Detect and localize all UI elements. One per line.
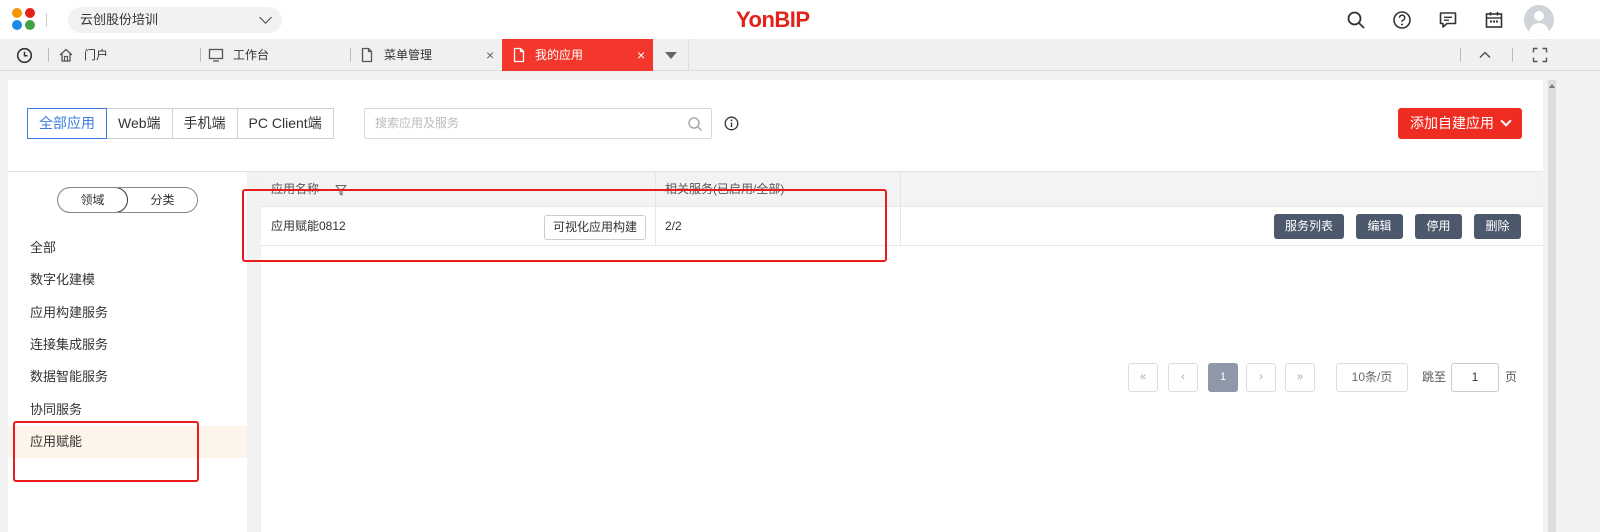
logo-divider (46, 13, 47, 27)
add-button-label: 添加自建应用 (1410, 115, 1494, 131)
last-page-button[interactable]: » (1285, 363, 1315, 392)
pagination: « ‹ 1 › » 10条/页 跳至 1 页 (261, 363, 1543, 392)
tab-divider (1460, 48, 1461, 62)
help-icon[interactable] (1392, 10, 1412, 30)
filter-web[interactable]: Web端 (106, 108, 173, 139)
first-page-button[interactable]: « (1128, 363, 1158, 392)
tab-label: 菜单管理 (384, 48, 433, 62)
filter-all-apps[interactable]: 全部应用 (27, 108, 107, 139)
search-input[interactable]: 搜索应用及服务 (364, 108, 712, 139)
vertical-scrollbar[interactable] (1548, 80, 1556, 532)
app-name-cell: 应用赋能0812 (271, 219, 346, 233)
sidebar-item-app-building[interactable]: 应用构建服务 (8, 297, 247, 329)
tab-label: 我的应用 (535, 48, 584, 62)
sidebar-item-integration[interactable]: 连接集成服务 (8, 329, 247, 361)
tab-bar: 门户 工作台 菜单管理 × 我的应用 × (0, 39, 1600, 71)
jump-label: 跳至 (1422, 370, 1447, 384)
add-custom-app-button[interactable]: 添加自建应用 (1398, 108, 1522, 139)
page-size-select[interactable]: 10条/页 (1336, 363, 1408, 392)
tab-divider (48, 48, 49, 62)
column-app-name: 应用名称 (271, 182, 320, 196)
page-jump-input[interactable]: 1 (1451, 363, 1499, 392)
top-header: 云创股份培训 YonBIP (0, 0, 1600, 39)
avatar-body (1529, 23, 1549, 35)
chevron-up-icon[interactable] (1478, 49, 1492, 61)
prev-page-button[interactable]: ‹ (1168, 363, 1198, 392)
services-count-cell: 2/2 (665, 219, 682, 233)
filter-mobile[interactable]: 手机端 (171, 108, 238, 139)
edit-button[interactable]: 编辑 (1356, 214, 1403, 239)
home-icon (59, 48, 73, 62)
panel-divider (247, 172, 261, 532)
tab-menu-management[interactable]: 菜单管理 × (350, 39, 502, 71)
filter-icon[interactable] (335, 184, 347, 196)
chevron-down-icon (1500, 115, 1512, 127)
tab-portal[interactable]: 门户 (48, 39, 200, 71)
tab-my-apps[interactable]: 我的应用 × (502, 39, 653, 71)
brand-title: YonBIP (736, 7, 810, 32)
app-logo-icon[interactable] (12, 8, 38, 32)
search-icon[interactable] (1346, 10, 1366, 30)
tab-divider (200, 48, 201, 62)
sidebar-item-all[interactable]: 全部 (8, 232, 247, 264)
user-avatar[interactable] (1524, 5, 1554, 35)
category-sidebar: 领域 分类 全部 数字化建模 应用构建服务 连接集成服务 数据智能服务 协同服务… (8, 172, 247, 532)
tab-workbench[interactable]: 工作台 (200, 39, 350, 71)
sidebar-item-app-enablement[interactable]: 应用赋能 (8, 426, 247, 458)
tab-divider (688, 39, 689, 71)
domain-category-toggle: 领域 分类 (57, 187, 198, 213)
tab-label: 工作台 (233, 48, 270, 62)
tab-label: 门户 (84, 48, 109, 62)
tab-divider (350, 48, 351, 62)
app-type-tag: 可视化应用构建 (544, 215, 647, 240)
tab-close-icon[interactable]: × (637, 39, 645, 71)
toggle-domain[interactable]: 领域 (58, 188, 128, 212)
monitor-icon (208, 48, 224, 62)
tab-close-icon[interactable]: × (486, 39, 494, 71)
filter-pc-client[interactable]: PC Client端 (236, 108, 334, 139)
tenant-name: 云创股份培训 (80, 12, 159, 27)
service-list-button[interactable]: 服务列表 (1274, 214, 1344, 239)
page-suffix-label: 页 (1505, 370, 1518, 384)
sidebar-item-collaboration[interactable]: 协同服务 (8, 394, 247, 426)
table-row[interactable]: 应用赋能0812 可视化应用构建 2/2 服务列表 编辑 停用 删除 (261, 207, 1543, 246)
fullscreen-icon[interactable] (1532, 47, 1548, 63)
sidebar-item-data-intelligence[interactable]: 数据智能服务 (8, 361, 247, 393)
document-icon (513, 47, 525, 63)
calendar-icon[interactable] (1484, 10, 1504, 30)
next-page-button[interactable]: › (1246, 363, 1276, 392)
chevron-down-icon (259, 11, 272, 24)
tenant-selector[interactable]: 云创股份培训 (68, 7, 282, 33)
app-toolbar: 全部应用 Web端 手机端 PC Client端 搜索应用及服务 添加自建应用 (8, 80, 1543, 172)
page-number-button[interactable]: 1 (1208, 363, 1238, 392)
document-icon (361, 47, 373, 63)
table-header: 应用名称 相关服务(已启用/全部) (261, 172, 1543, 207)
delete-button[interactable]: 删除 (1474, 214, 1521, 239)
column-related-services: 相关服务(已启用/全部) (665, 182, 785, 196)
tab-overflow-dropdown[interactable] (654, 39, 688, 71)
main-content: 全部应用 Web端 手机端 PC Client端 搜索应用及服务 添加自建应用 … (8, 80, 1543, 532)
toggle-category[interactable]: 分类 (128, 188, 197, 212)
avatar-head (1534, 11, 1544, 21)
history-icon[interactable] (16, 47, 33, 64)
info-icon[interactable] (724, 116, 739, 131)
sidebar-item-digital-modeling[interactable]: 数字化建模 (8, 264, 247, 296)
message-icon[interactable] (1438, 10, 1458, 30)
platform-filter-group: 全部应用 Web端 手机端 PC Client端 (27, 108, 334, 139)
app-table: 应用名称 相关服务(已启用/全部) 应用赋能0812 可视化应用构建 2/2 服… (261, 172, 1543, 532)
search-placeholder: 搜索应用及服务 (375, 116, 460, 130)
search-icon[interactable] (687, 116, 703, 132)
tab-divider (1512, 48, 1513, 62)
disable-button[interactable]: 停用 (1415, 214, 1462, 239)
